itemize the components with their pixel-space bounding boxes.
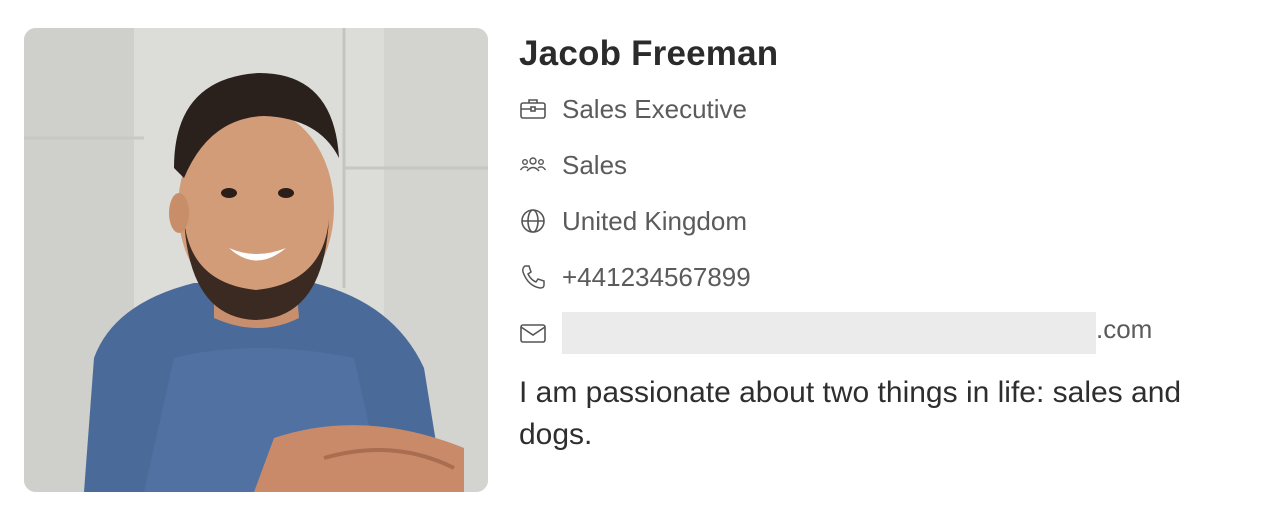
profile-name: Jacob Freeman: [519, 34, 779, 73]
job-title-value: Sales Executive: [562, 93, 747, 124]
job-title-row: Sales Executive: [519, 89, 747, 129]
mail-icon: [519, 319, 547, 347]
email-row: .com: [519, 312, 1152, 354]
profile-photo: [24, 28, 488, 492]
location-value: United Kingdom: [562, 205, 747, 236]
department-row: Sales: [519, 145, 627, 185]
phone-value[interactable]: +441234567899: [562, 262, 751, 293]
email-suffix[interactable]: .com: [1096, 314, 1152, 345]
globe-icon: [519, 207, 547, 235]
briefcase-icon: [519, 95, 547, 123]
email-redaction: [562, 312, 1096, 354]
profile-info: Jacob Freeman Sales Executive Sales Unit…: [519, 28, 1249, 451]
phone-row: +441234567899: [519, 257, 751, 297]
phone-icon: [519, 263, 547, 291]
profile-bio: I am passionate about two things in life…: [519, 376, 1182, 451]
location-row: United Kingdom: [519, 201, 747, 241]
people-icon: [519, 151, 547, 179]
profile-card: Jacob Freeman Sales Executive Sales Unit…: [0, 0, 1264, 518]
department-value: Sales: [562, 149, 628, 180]
